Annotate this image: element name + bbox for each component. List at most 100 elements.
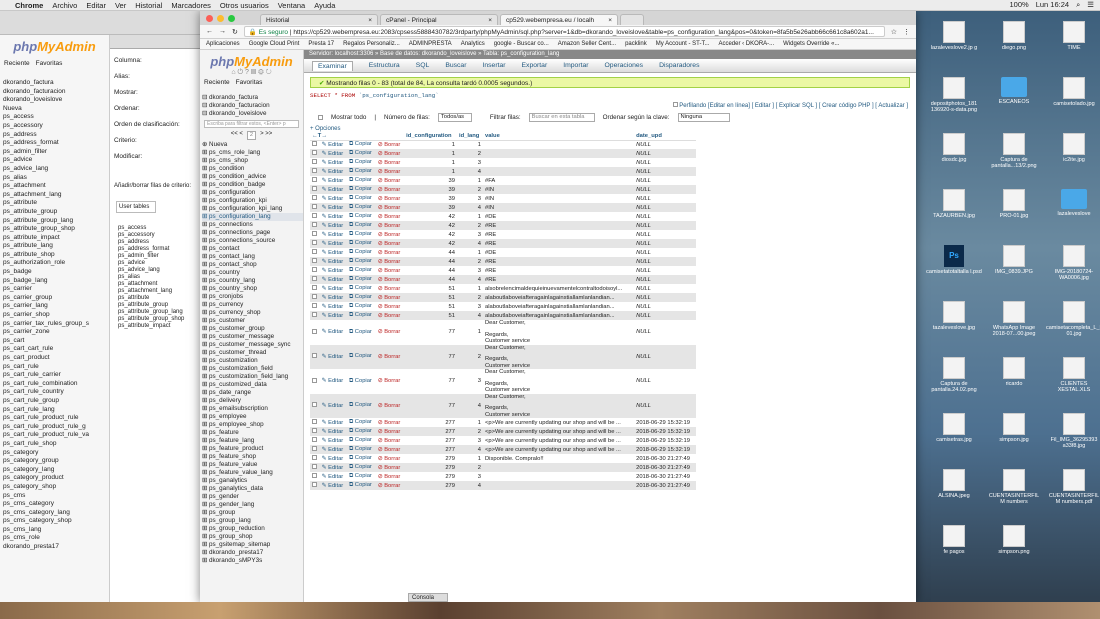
back-tree-item[interactable]: ps_cart_rule_carrier [3,371,109,380]
recent-tab[interactable]: Reciente [204,79,230,86]
cell-value[interactable]: <p>We are currently updating our shop an… [482,445,635,454]
back-tree-item[interactable]: ps_carrier_lang [3,302,109,311]
delete-link[interactable]: ⊘ Borrar [375,185,405,194]
row-checkbox[interactable] [312,455,317,460]
cell-value[interactable]: alaboutlaboveiafteragainlagainstiallamla… [482,293,635,302]
back-tree-item[interactable]: ps_badge_lang [3,277,109,286]
cell-id-configuration[interactable]: 77 [404,369,457,394]
menu-ventana[interactable]: Ventana [278,1,306,10]
back-tree-item[interactable]: ps_cms_category_shop [3,517,109,526]
edit-link[interactable]: ✎ Editar [319,445,348,454]
table-row[interactable]: ✎ Editar ⧉ Copiar ⊘ Borrar 44 4 #RE NULL [310,275,696,284]
desktop-file-icon[interactable]: Ps camisetatotaltalla l.psd [926,245,982,275]
back-tree-item[interactable]: ps_cart [3,337,109,346]
back-tree-item[interactable]: ps_authorization_role [3,259,109,268]
cell-value[interactable]: Disponible. Compralo!! [482,454,635,463]
sidebar-table-item[interactable]: ⊞ ps_ganalytics [202,477,303,485]
back-recent-tab[interactable]: Reciente [4,60,30,67]
row-checkbox[interactable] [312,353,317,359]
cell-id-configuration[interactable]: 39 [404,185,457,194]
cell-id-lang[interactable]: 1 [457,454,483,463]
back-tree-item[interactable]: ps_access [3,113,109,122]
copy-link[interactable]: ⧉ Copiar [347,185,376,194]
delete-link[interactable]: ⊘ Borrar [375,266,405,275]
rows-select[interactable]: Todos/as [437,113,472,122]
sidebar-table-item[interactable]: ⊞ ps_feature [202,429,303,437]
cell-id-configuration[interactable]: 279 [404,463,457,472]
tab-historial[interactable]: Historial × [260,14,378,25]
cell-id-configuration[interactable]: 1 [404,167,457,176]
row-checkbox[interactable] [312,204,317,209]
table-row[interactable]: ✎ Editar ⧉ Copiar ⊘ Borrar 51 4 alaboutlabove… [310,311,696,320]
delete-link[interactable]: ⊘ Borrar [375,418,405,427]
delete-link[interactable]: ⊘ Borrar [375,221,405,230]
sidebar-table-item[interactable]: ⊞ ps_feature_lang [202,437,303,445]
expand-icon[interactable]: ⊟ [202,94,209,101]
copy-link[interactable]: ⧉ Copiar [347,257,376,266]
cell-date-upd[interactable]: NULL [634,320,696,345]
delete-link[interactable]: ⊘ Borrar [375,176,405,185]
edit-link[interactable]: ✎ Editar [319,472,348,481]
table-row[interactable]: ✎ Editar ⧉ Copiar ⊘ Borrar 1 4 NULL [310,167,696,176]
cell-id-configuration[interactable]: 1 [404,149,457,158]
sidebar-table-item[interactable]: ⊞ ps_contact_shop [202,261,303,269]
settings-gear-icon[interactable]: ⚙ [258,69,264,76]
sidebar-table-item[interactable]: ⊞ ps_currency [202,301,303,309]
bookmark-item[interactable]: Presta 17 [308,41,334,47]
cell-id-configuration[interactable]: 42 [404,239,457,248]
cell-value[interactable]: #IN [482,185,635,194]
row-checkbox[interactable] [312,195,317,200]
desktop-file-icon[interactable]: simpson.png [986,525,1042,555]
delete-link[interactable]: ⊘ Borrar [375,158,405,167]
row-checkbox[interactable] [312,377,317,383]
cell-date-upd[interactable]: 2018-06-30 21:27:49 [634,472,696,481]
bookmark-item[interactable]: My Account - ST-T... [656,41,710,47]
delete-link[interactable]: ⊘ Borrar [375,149,405,158]
back-tree-item[interactable]: ps_cart_rule_product_rule_g [3,423,109,432]
desktop-file-icon[interactable]: Captura de pantalla.24.02.png [926,357,982,393]
sidebar-table-item[interactable]: ⊞ ps_configuration_kpi [202,197,303,205]
query-links[interactable]: Perfilando [Editar en línea] [ Editar ] … [304,100,916,111]
cell-id-configuration[interactable]: 51 [404,311,457,320]
cell-value[interactable]: #DE [482,248,635,257]
sidebar-table-item[interactable]: ⊞ ps_date_range [202,389,303,397]
edit-link[interactable]: ✎ Editar [319,266,348,275]
database-item[interactable]: ⊞ dkorando_sMPY3s [202,557,303,565]
delete-link[interactable]: ⊘ Borrar [375,257,405,266]
delete-link[interactable]: ⊘ Borrar [375,481,405,490]
sidebar-table-item[interactable]: ⊞ ps_gender_lang [202,501,303,509]
edit-link[interactable]: ✎ Editar [319,167,348,176]
cell-date-upd[interactable]: NULL [634,393,696,418]
docs-icon[interactable]: ▤ [251,69,256,76]
table-row[interactable]: ✎ Editar ⧉ Copiar ⊘ Borrar 39 1 #FA NULL [310,176,696,185]
delete-link[interactable]: ⊘ Borrar [375,302,405,311]
back-tree-item[interactable]: ps_attribute [3,199,109,208]
copy-link[interactable]: ⧉ Copiar [347,176,376,185]
delete-link[interactable]: ⊘ Borrar [375,454,405,463]
row-checkbox[interactable] [312,428,317,433]
desktop-file-icon[interactable]: IMG_0839.JPG [986,245,1042,275]
row-checkbox[interactable] [312,258,317,263]
reload-nav-icon[interactable]: ↻ [266,69,272,76]
delete-link[interactable]: ⊘ Borrar [375,311,405,320]
bookmark-item[interactable]: Acceder ‹ DKORA-... [718,41,774,47]
cell-id-lang[interactable]: 1 [457,140,483,149]
edit-link[interactable]: ✎ Editar [319,344,348,369]
cell-date-upd[interactable]: NULL [634,275,696,284]
row-checkbox[interactable] [312,276,317,281]
delete-link[interactable]: ⊘ Borrar [375,167,405,176]
tab-disparadores[interactable]: Disparadores [659,62,699,69]
delete-link[interactable]: ⊘ Borrar [375,427,405,436]
desktop-file-icon[interactable]: ricardo [986,357,1042,387]
sidebar-table-item[interactable]: ⊞ ps_country_shop [202,285,303,293]
delete-link[interactable]: ⊘ Borrar [375,293,405,302]
cell-value[interactable]: <p>We are currently updating our shop an… [482,427,635,436]
table-row[interactable]: ✎ Editar ⧉ Copiar ⊘ Borrar 77 3 Dear Customer… [310,369,696,394]
sidebar-table-item[interactable]: ⊞ ps_customer_message_sync [202,341,303,349]
copy-link[interactable]: ⧉ Copiar [347,266,376,275]
cell-value[interactable] [482,158,635,167]
delete-link[interactable]: ⊘ Borrar [375,248,405,257]
edit-link[interactable]: ✎ Editar [319,257,348,266]
sidebar-table-item[interactable]: ⊞ ps_configuration_lang [202,213,303,221]
cell-id-configuration[interactable]: 279 [404,454,457,463]
